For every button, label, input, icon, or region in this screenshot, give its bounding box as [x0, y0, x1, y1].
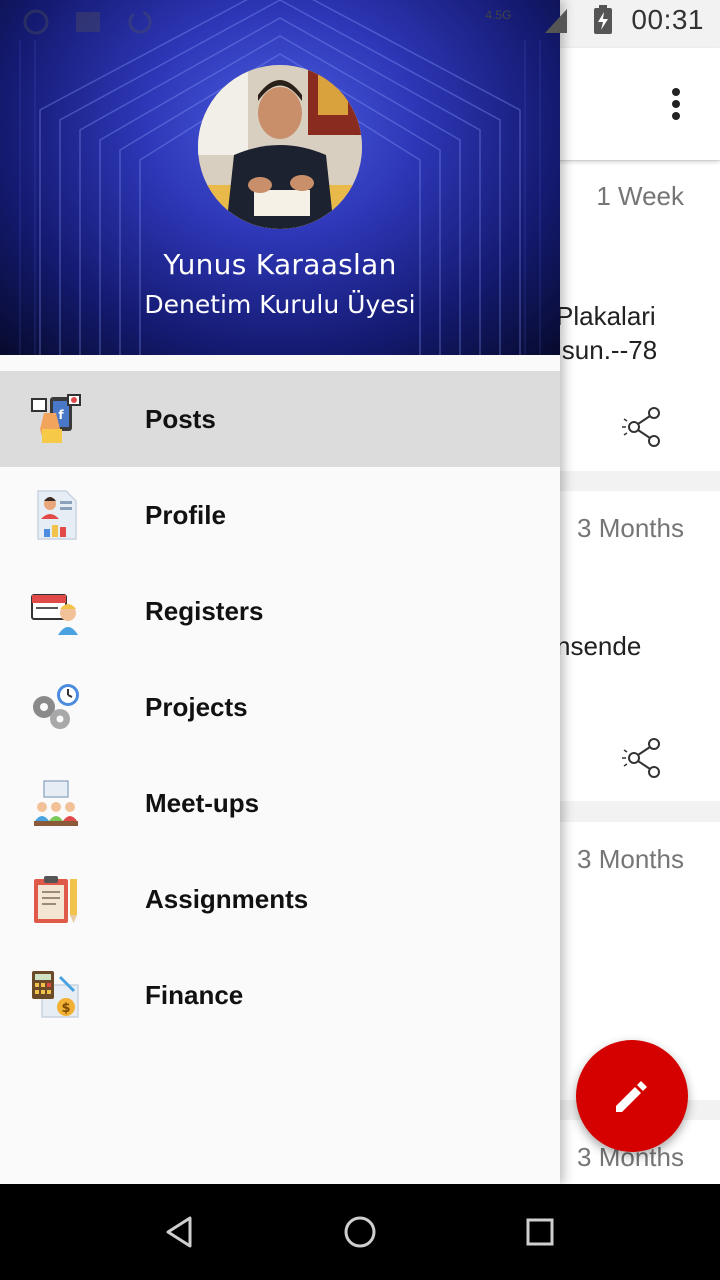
- menu-item-projects[interactable]: Projects: [0, 659, 560, 755]
- notification-image-icon: [74, 8, 102, 36]
- registers-icon: [30, 585, 82, 637]
- posts-icon: f: [30, 393, 82, 445]
- navigation-drawer: Yunus Karaaslan Denetim Kurulu Üyesi f P…: [0, 0, 560, 1184]
- avatar[interactable]: [198, 65, 362, 229]
- more-vert-icon[interactable]: [658, 84, 694, 124]
- card-time: 3 Months: [577, 513, 684, 543]
- share-icon[interactable]: [620, 406, 662, 448]
- card-time: 3 Months: [577, 844, 684, 874]
- status-clock: 00:31: [631, 4, 704, 35]
- card-text-line: nsende: [556, 631, 642, 661]
- user-name: Yunus Karaaslan: [163, 248, 397, 281]
- menu-item-finance[interactable]: $ Finance: [0, 947, 560, 1043]
- battery-charging-icon: [593, 5, 613, 35]
- svg-text:f: f: [58, 408, 64, 422]
- menu-item-label: Registers: [145, 595, 264, 626]
- signal-icon: [543, 5, 569, 35]
- network-type-label: 4.5G: [485, 8, 512, 22]
- menu-item-profile[interactable]: Profile: [0, 467, 560, 563]
- menu-item-meetups[interactable]: Meet-ups: [0, 755, 560, 851]
- status-bar: 4.5G 00:31: [0, 0, 720, 48]
- notification-circle-icon: [22, 8, 50, 36]
- meetups-icon: [30, 777, 82, 829]
- menu-item-label: Assignments: [145, 883, 309, 914]
- card-text-line: lsun.--78: [556, 335, 658, 365]
- notification-icons: [22, 8, 154, 36]
- drawer-header: Yunus Karaaslan Denetim Kurulu Üyesi: [0, 0, 560, 355]
- notification-sync-icon: [126, 8, 154, 36]
- menu-item-assignments[interactable]: Assignments: [0, 851, 560, 947]
- home-icon[interactable]: [340, 1212, 380, 1252]
- share-icon[interactable]: [620, 737, 662, 779]
- profile-icon: [30, 489, 82, 541]
- menu-item-label: Meet-ups: [145, 787, 260, 818]
- user-role: Denetim Kurulu Üyesi: [144, 290, 416, 319]
- pencil-icon: [616, 1081, 647, 1112]
- menu-item-label: Profile: [145, 499, 226, 530]
- compose-fab-button[interactable]: [576, 1040, 688, 1152]
- projects-icon: [30, 681, 82, 733]
- svg-text:$: $: [61, 1001, 70, 1016]
- card-time: 1 Week: [596, 181, 684, 211]
- drawer-menu: f Posts Profile Registers Projects Meet-…: [0, 371, 560, 1043]
- assignments-icon: [30, 873, 82, 925]
- card-text-line: Plakalari: [556, 301, 656, 331]
- status-right: 4.5G 00:31: [485, 4, 704, 36]
- system-navigation-bar: [0, 1184, 720, 1280]
- menu-item-registers[interactable]: Registers: [0, 563, 560, 659]
- finance-icon: $: [30, 969, 82, 1021]
- menu-item-label: Projects: [145, 691, 248, 722]
- back-icon[interactable]: [160, 1212, 200, 1252]
- menu-item-posts[interactable]: f Posts: [0, 371, 560, 467]
- recents-icon[interactable]: [520, 1212, 560, 1252]
- menu-item-label: Finance: [145, 979, 244, 1010]
- menu-item-label: Posts: [145, 403, 216, 434]
